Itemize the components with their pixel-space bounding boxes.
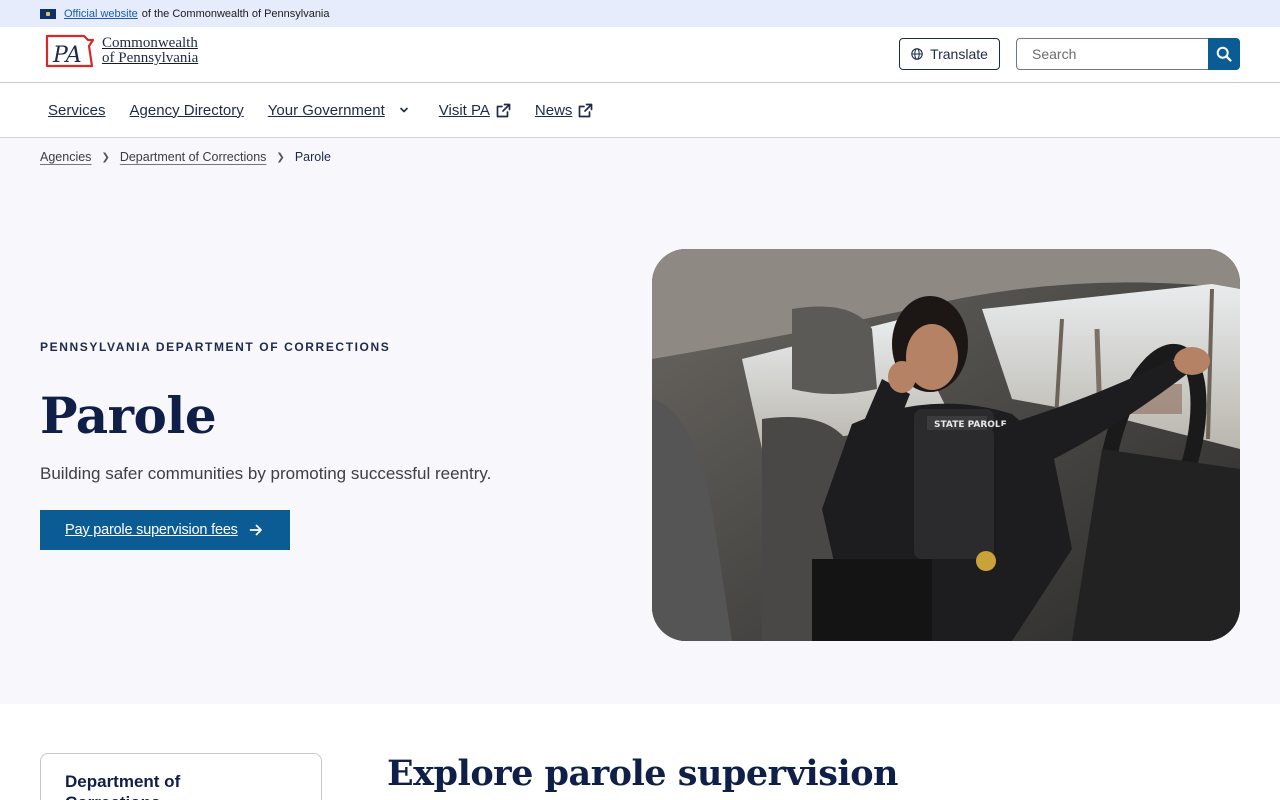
nav-label: Services [48,101,106,119]
banner-text: of the Commonwealth of Pennsylvania [141,7,330,20]
nav-item-your-government[interactable]: Your Government [268,102,415,119]
side-nav-title[interactable]: Department of Corrections [65,771,225,800]
external-link-icon [579,103,593,117]
chevron-right-icon: ❯ [276,151,285,163]
nav-item-agency-directory[interactable]: Agency Directory [130,102,244,119]
nav-label: Your Government [267,101,385,119]
pay-fees-button[interactable]: Pay parole supervision fees [40,510,290,550]
page-title: Parole [40,386,217,445]
globe-icon [911,48,923,60]
cta-label: Pay parole supervision fees [65,522,238,538]
pa-flag-icon [40,8,56,19]
nav-item-visit-pa[interactable]: Visit PA [439,102,511,119]
translate-button[interactable]: Translate [899,38,1000,70]
nav-label: News [534,101,573,119]
nav-item-services[interactable]: Services [48,102,106,119]
pa-logo-icon: PA [44,32,96,70]
nav-label: Agency Directory [129,101,244,119]
official-website-link[interactable]: Official website [64,8,138,20]
breadcrumb: Agencies ❯ Department of Corrections ❯ P… [40,150,331,164]
hero-eyebrow: PENNSYLVANIA DEPARTMENT OF CORRECTIONS [40,340,391,354]
main-nav: Services Agency Directory Your Governmen… [0,83,1280,138]
nav-item-news[interactable]: News [535,102,594,119]
search-input[interactable] [1016,38,1208,70]
breadcrumb-link-department[interactable]: Department of Corrections [120,150,267,164]
nav-label: Visit PA [438,101,490,119]
site-header: PA Commonwealth of Pennsylvania Translat… [0,27,1280,83]
breadcrumb-current: Parole [294,150,331,164]
external-link-icon [496,103,511,117]
hero-image: STATE PAROLE [652,249,1240,641]
official-website-banner: Official website of the Commonwealth of … [0,0,1280,27]
pa-logo[interactable]: PA Commonwealth of Pennsylvania [44,32,198,70]
breadcrumb-link-agencies[interactable]: Agencies [40,150,91,164]
logo-line-2: of Pennsylvania [102,50,199,66]
logo-wordmark: Commonwealth of Pennsylvania [102,36,198,66]
chevron-down-icon [399,107,408,113]
svg-text:PA: PA [52,43,82,68]
hero-subtitle: Building safer communities by promoting … [40,464,492,483]
logo-line-1: Commonwealth [102,35,198,51]
hero-section: Agencies ❯ Department of Corrections ❯ P… [0,138,1280,704]
section-title: Explore parole supervision [387,753,899,794]
translate-label: Translate [930,46,988,62]
arrow-right-icon [249,524,262,536]
search-icon [1216,46,1232,62]
side-nav-card: Department of Corrections [40,753,322,800]
chevron-right-icon: ❯ [101,151,110,163]
parole-officer-photo: STATE PAROLE [652,249,1240,641]
search-form [1016,38,1240,70]
search-button[interactable] [1208,38,1240,70]
